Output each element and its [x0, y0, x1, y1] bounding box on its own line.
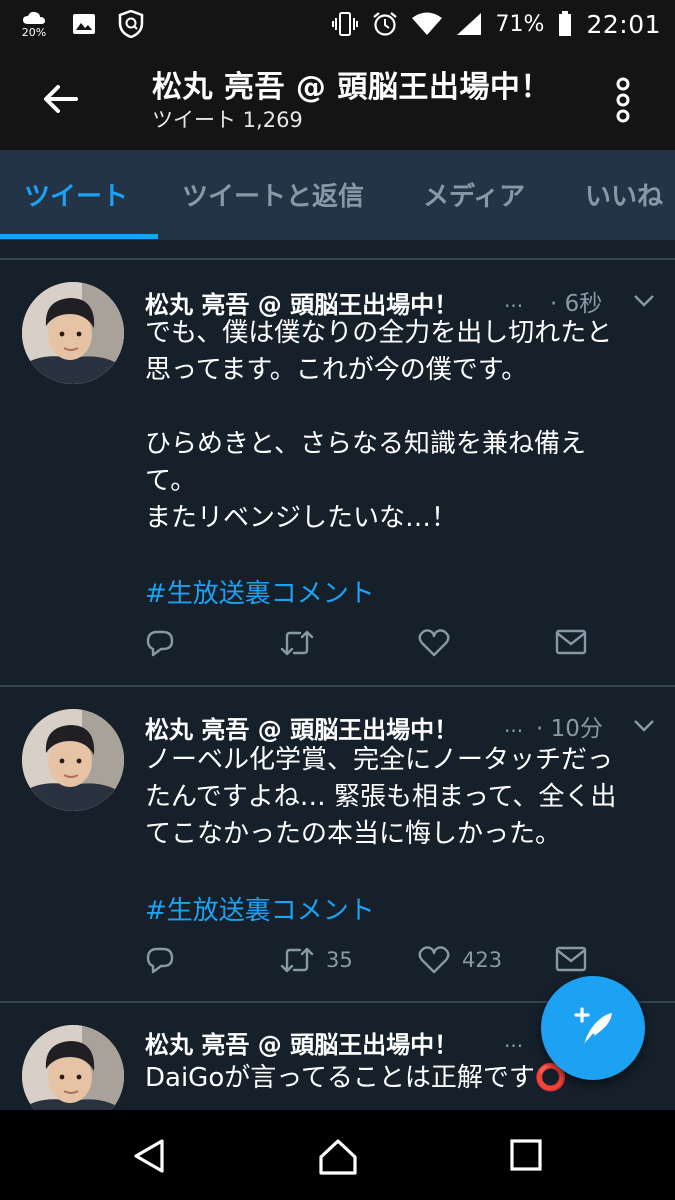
nav-back-icon[interactable] [132, 1138, 168, 1174]
back-button[interactable] [38, 76, 84, 122]
chevron-down-icon[interactable] [633, 294, 655, 308]
reply-icon [146, 630, 174, 657]
tweet-count: ツイート 1,269 [152, 108, 303, 132]
tweet-actions [0, 628, 675, 668]
retweet-count: 35 [326, 948, 353, 972]
like-button[interactable]: 423 [418, 945, 502, 975]
active-tab-indicator [0, 234, 158, 239]
tweet-time: · 10分 [536, 716, 603, 742]
tweet-text-line: ノーベル化学賞、完全にノータッチだっ [145, 745, 614, 775]
tweet-text-line: て。 [145, 466, 197, 496]
hashtag-link[interactable]: #生放送裏コメント [145, 573, 375, 610]
retweet-icon [280, 947, 314, 973]
back-arrow-icon [44, 85, 78, 113]
compose-icon [574, 1007, 612, 1048]
more-vertical-icon [616, 77, 630, 123]
name-ellipsis: ... [504, 1028, 524, 1052]
avatar[interactable] [22, 1025, 124, 1110]
weather-icon: 20% [18, 10, 50, 38]
tweet-text-line: 思ってます。これが今の僕です。 [145, 355, 528, 385]
alarm-icon [372, 12, 397, 36]
tweet-text-line: でも、僕は僕なりの全力を出し切れたと [145, 318, 613, 348]
app-bar: 松丸 亮吾 @ 頭脳王出場中！ ツイート 1,269 [0, 48, 675, 150]
avatar[interactable] [22, 282, 124, 384]
like-icon [418, 946, 450, 974]
status-bar: 20% 71% 22:01 [0, 0, 675, 48]
nav-recents-icon[interactable] [509, 1138, 543, 1172]
battery-icon [559, 11, 572, 36]
clock: 22:01 [586, 9, 661, 39]
tweet[interactable]: 松丸 亮吾 @ 頭脳王出場中！ ... · 6秒 でも、僕は僕なりの全力を出し切… [0, 260, 675, 687]
direct-message-button[interactable] [555, 945, 587, 973]
more-options-button[interactable] [600, 72, 646, 128]
wifi-icon [411, 12, 442, 35]
vibrate-icon [331, 12, 358, 36]
name-ellipsis: ... [504, 288, 524, 312]
like-count: 423 [462, 948, 503, 972]
battery-percent: 71% [495, 11, 545, 37]
chevron-down-icon[interactable] [633, 719, 655, 733]
profile-title: 松丸 亮吾 @ 頭脳王出場中！ [152, 70, 551, 105]
dm-icon [555, 629, 587, 655]
tweet-author-name[interactable]: 松丸 亮吾 @ 頭脳王出場中！ [145, 1025, 458, 1060]
reply-button[interactable] [145, 628, 175, 658]
tweet-author-name[interactable]: 松丸 亮吾 @ 頭脳王出場中！ [145, 710, 458, 745]
dm-icon [555, 946, 587, 972]
hashtag-link[interactable]: #生放送裏コメント [145, 890, 375, 927]
system-nav-bar [0, 1110, 675, 1200]
tab-likes[interactable]: いいね [585, 176, 663, 213]
weather-percent: 20% [21, 26, 47, 39]
tab-tweets-and-replies[interactable]: ツイートと返信 [182, 176, 364, 213]
tweet[interactable]: 松丸 亮吾 @ 頭脳王出場中！ ... · 10分 ノーベル化学賞、完全にノータ… [0, 687, 675, 1003]
retweet-icon [280, 630, 314, 656]
tab-tweets[interactable]: ツイート [24, 176, 128, 213]
reply-icon [146, 947, 174, 974]
signal-icon [456, 13, 481, 35]
tweet-text-line: ひらめきと、さらなる知識を兼ね備え [145, 429, 586, 459]
like-button[interactable] [418, 628, 450, 658]
tweet-text-line: たんですよね… 緊張も相まって、全く出 [145, 782, 617, 812]
retweet-button[interactable] [280, 628, 314, 658]
tweet-text-line: またリベンジしたいな…！ [145, 503, 458, 533]
reply-button[interactable] [145, 945, 175, 975]
compose-tweet-button[interactable] [541, 976, 645, 1080]
shield-icon [118, 10, 144, 38]
name-ellipsis: ... [504, 713, 524, 737]
tab-media[interactable]: メディア [423, 176, 525, 213]
avatar[interactable] [22, 709, 124, 811]
tweet-text-line: てこなかったの本当に悔しかった。 [145, 819, 562, 849]
profile-tabs: ツイート ツイートと返信 メディア いいね [0, 150, 675, 240]
nav-home-icon[interactable] [318, 1138, 358, 1176]
direct-message-button[interactable] [555, 628, 587, 656]
retweet-button[interactable]: 35 [280, 945, 353, 975]
tweet-time: · 6秒 [550, 291, 603, 317]
like-icon [418, 629, 450, 657]
image-icon [73, 14, 95, 34]
